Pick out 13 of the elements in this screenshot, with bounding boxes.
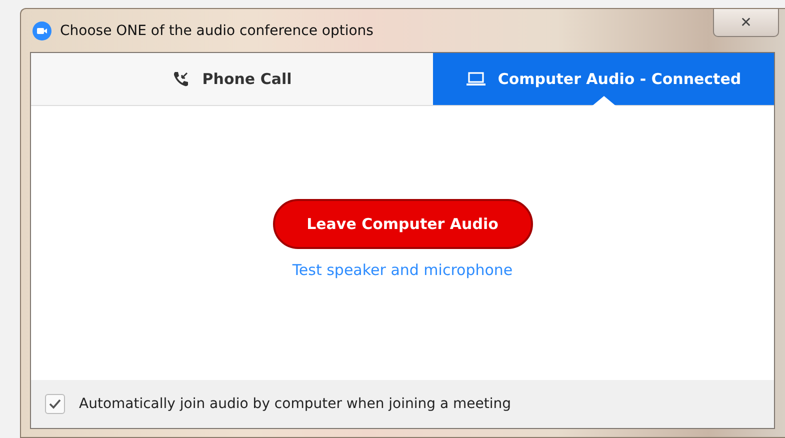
test-audio-link[interactable]: Test speaker and microphone: [292, 261, 513, 279]
laptop-icon: [466, 71, 486, 87]
tab[interactable]: Phone Call: [31, 53, 433, 105]
tab[interactable]: Computer Audio - Connected: [433, 53, 774, 105]
window-title: Choose ONE of the audio conference options: [60, 22, 374, 38]
checkmark-icon: [48, 398, 62, 410]
video-camera-icon: [32, 20, 52, 40]
leave-audio-button[interactable]: Leave Computer Audio: [272, 199, 532, 249]
phone-icon: [172, 70, 190, 88]
checkbox[interactable]: [45, 394, 65, 414]
tab-pointer: [592, 96, 616, 106]
close-button[interactable]: ✕: [713, 9, 779, 37]
checkbox-label: Automatically join audio by computer when joining a meeting: [79, 396, 512, 412]
